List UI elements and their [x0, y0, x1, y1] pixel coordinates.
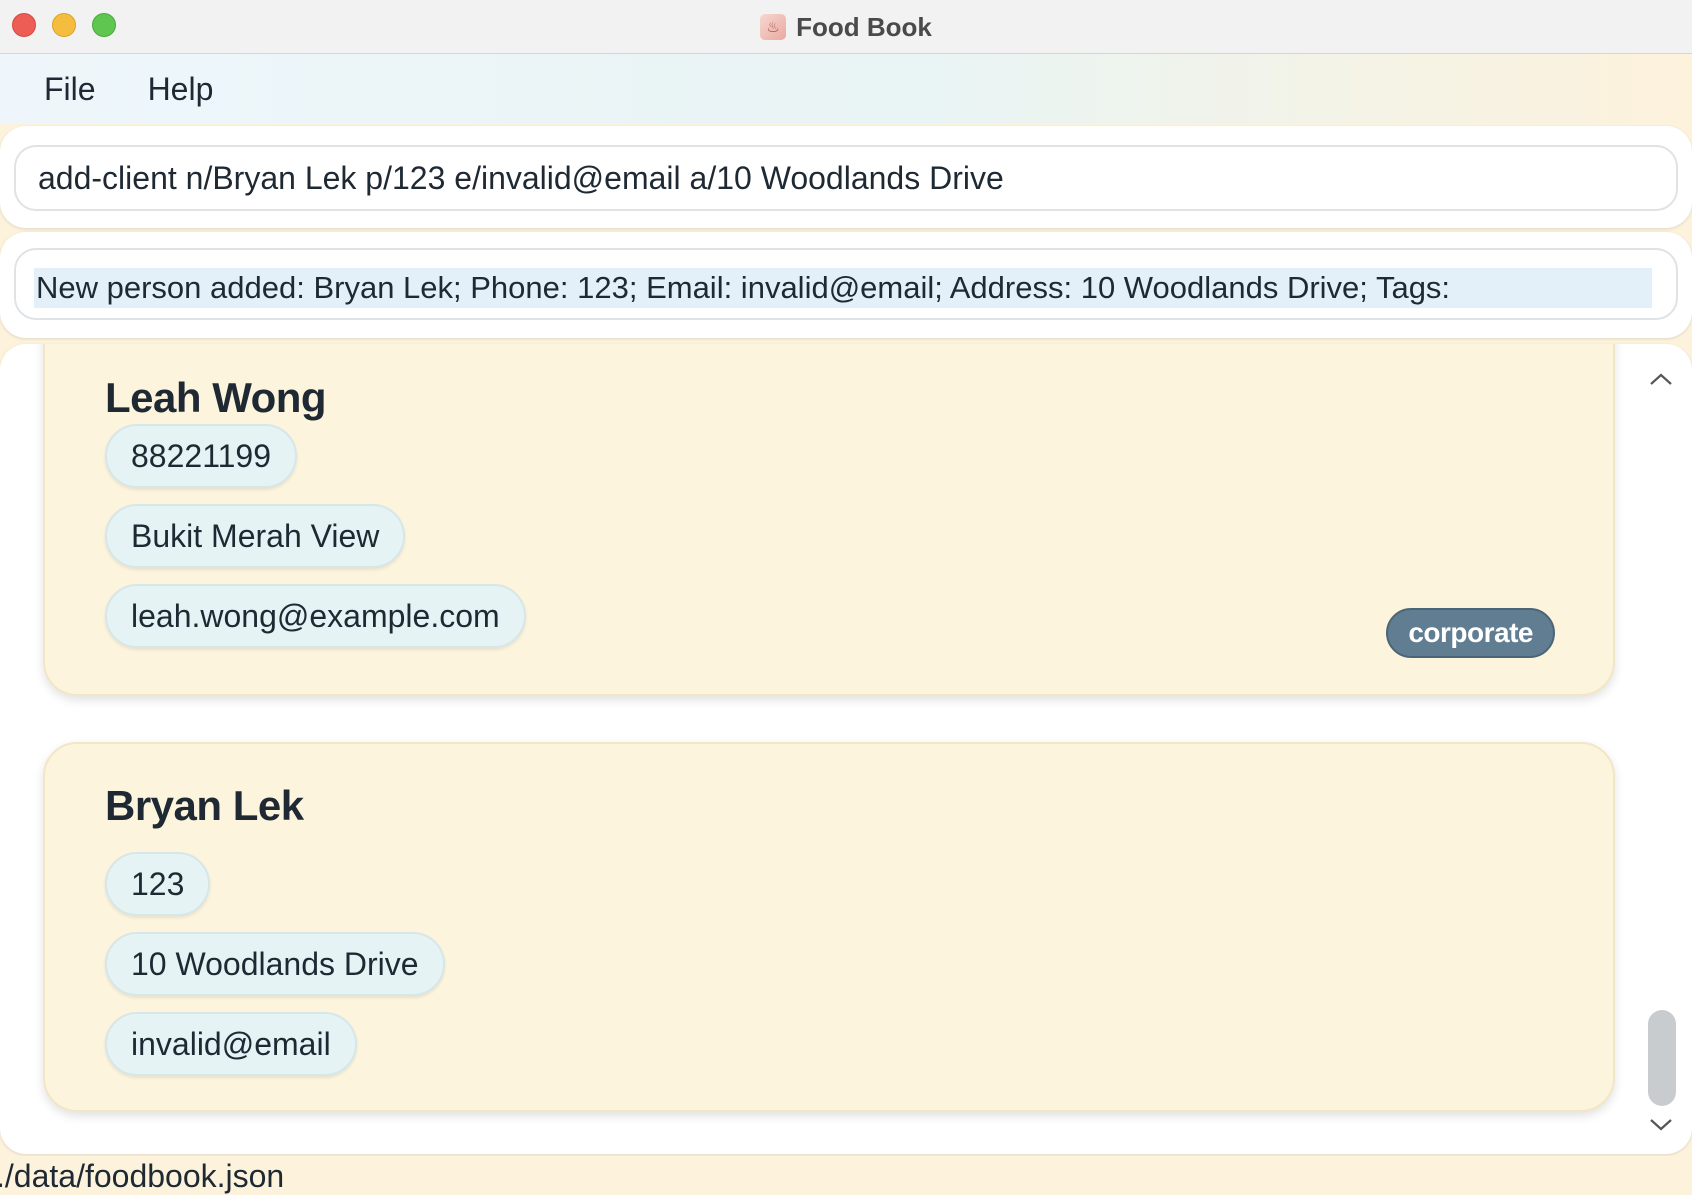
result-text: New person added: Bryan Lek; Phone: 123;… [34, 268, 1652, 308]
data-file-path: ./data/foodbook.json [0, 1158, 285, 1194]
client-email: leah.wong@example.com [105, 584, 526, 648]
result-panel: New person added: Bryan Lek; Phone: 123;… [0, 232, 1692, 338]
client-email: invalid@email [105, 1012, 357, 1076]
client-card[interactable]: Leah Wong 88221199 Bukit Merah View leah… [43, 344, 1615, 696]
client-tag: corporate [1386, 608, 1555, 658]
menu-help[interactable]: Help [144, 67, 218, 112]
scrollbar-thumb[interactable] [1648, 1010, 1676, 1106]
title-bar: ♨ Food Book [0, 0, 1692, 54]
window-title: Food Book [796, 11, 932, 42]
client-list-panel[interactable]: Leah Wong 88221199 Bukit Merah View leah… [0, 344, 1692, 1154]
scroll-up-arrow-icon[interactable] [1644, 366, 1678, 392]
result-display[interactable]: New person added: Bryan Lek; Phone: 123;… [14, 248, 1678, 320]
command-panel [0, 126, 1692, 228]
menu-bar: File Help [0, 54, 1692, 124]
client-address: Bukit Merah View [105, 504, 406, 568]
client-phone: 123 [105, 852, 211, 916]
status-bar: ./data/foodbook.json [0, 1156, 1692, 1194]
scroll-down-arrow-icon[interactable] [1644, 1112, 1678, 1138]
client-address: 10 Woodlands Drive [105, 932, 445, 996]
client-card[interactable]: Bryan Lek 123 10 Woodlands Drive invalid… [43, 742, 1615, 1112]
window-title-group: ♨ Food Book [0, 0, 1692, 54]
client-name: Leah Wong [105, 374, 327, 421]
client-name: Bryan Lek [105, 782, 304, 829]
menu-file[interactable]: File [40, 67, 100, 112]
food-book-app-icon: ♨ [760, 14, 787, 40]
client-phone: 88221199 [105, 424, 297, 488]
command-input[interactable] [14, 145, 1678, 211]
